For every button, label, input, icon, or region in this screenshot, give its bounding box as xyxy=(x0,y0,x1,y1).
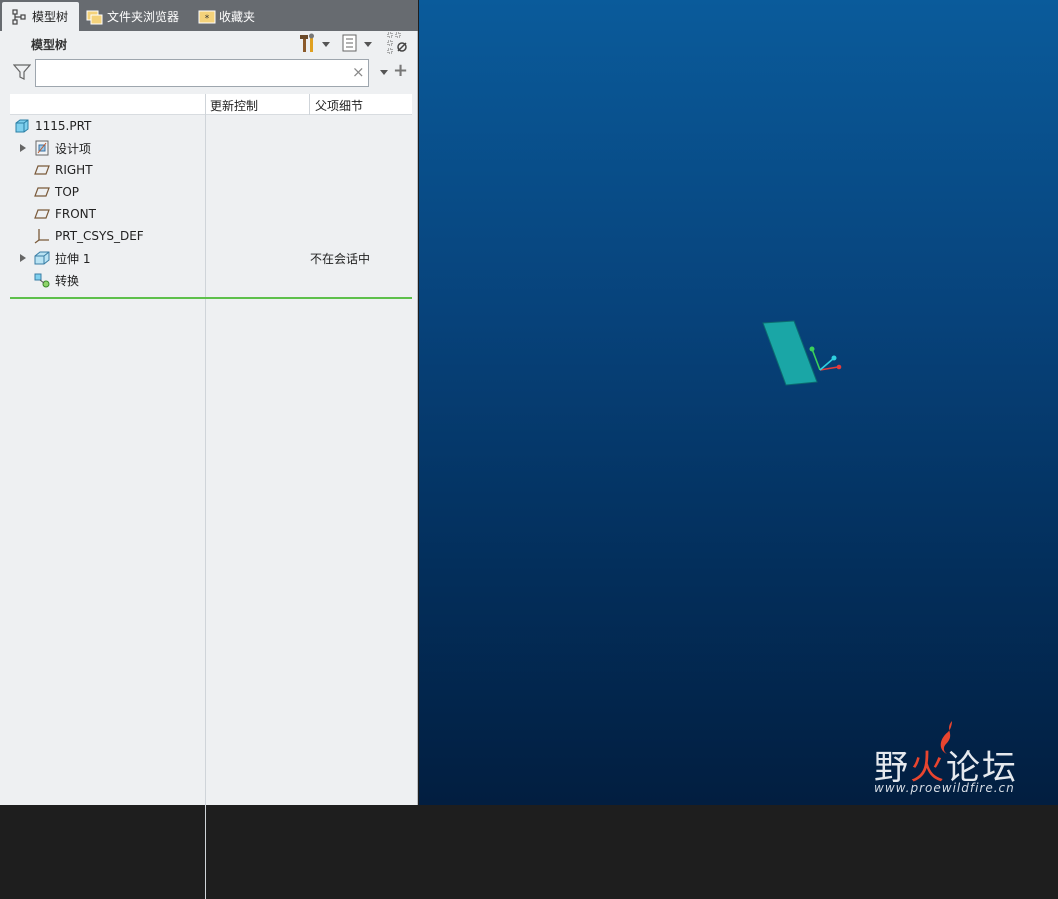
tree-node-csys[interactable]: PRT_CSYS_DEF xyxy=(10,225,412,247)
tree-node-label: 转换 xyxy=(55,273,80,288)
add-icon[interactable]: + xyxy=(393,62,408,80)
tree-node-transform[interactable]: 转换 xyxy=(10,269,412,291)
chevron-down-icon xyxy=(364,41,372,47)
extrude-icon xyxy=(34,250,50,266)
insert-here-marker[interactable] xyxy=(10,297,412,299)
datum-plane-icon xyxy=(34,206,50,222)
show-button[interactable] xyxy=(342,33,372,55)
parent-details-status: 不在会话中 xyxy=(310,251,371,266)
column-update-control[interactable]: 更新控制 xyxy=(210,97,258,114)
horizontal-scrollbar[interactable] xyxy=(10,799,412,805)
favorites-icon: * xyxy=(198,9,216,25)
tree-settings-icon xyxy=(387,32,409,57)
panel-title: 模型树 xyxy=(31,38,68,52)
coordinate-system-icon xyxy=(34,228,50,244)
tree-tools-button[interactable] xyxy=(298,33,330,55)
model-tree-panel: 模型树 文件夹浏览器 * 收藏夹 模型树 × + 更新控制 父项细节 1115.… xyxy=(0,0,418,899)
column-parent-details[interactable]: 父项细节 xyxy=(315,97,363,114)
model-view xyxy=(762,320,842,386)
graphics-window[interactable]: 野火论坛 www.proewildfire.cn xyxy=(419,0,1058,805)
tree-node-front-plane[interactable]: FRONT xyxy=(10,203,412,225)
forum-watermark: 野火论坛 www.proewildfire.cn xyxy=(874,720,1054,800)
datum-plane-icon xyxy=(34,162,50,178)
tree-node-extrude[interactable]: 拉伸 1 不在会话中 xyxy=(10,247,412,269)
svg-text:*: * xyxy=(205,14,210,24)
extruded-part[interactable] xyxy=(762,320,818,386)
expand-arrow-icon[interactable] xyxy=(20,254,26,262)
tree-node-label: 拉伸 1 xyxy=(55,251,91,266)
tree-node-top-plane[interactable]: TOP xyxy=(10,181,412,203)
expand-arrow-icon[interactable] xyxy=(20,144,26,152)
tab-model-tree[interactable]: 模型树 xyxy=(2,2,79,31)
tree-column-header: 更新控制 父项细节 xyxy=(10,94,412,115)
column-divider[interactable] xyxy=(309,94,310,115)
tab-folder-browser[interactable]: 文件夹浏览器 xyxy=(86,2,179,31)
design-items-icon xyxy=(34,140,50,156)
folder-browser-icon xyxy=(86,9,103,25)
tree-node-label: TOP xyxy=(55,185,80,199)
datum-plane-icon xyxy=(34,184,50,200)
clear-icon[interactable]: × xyxy=(352,64,365,80)
chevron-down-icon[interactable] xyxy=(380,70,388,75)
tree-node-label: 设计项 xyxy=(55,141,92,156)
tab-favorites-label: 收藏夹 xyxy=(219,10,256,24)
tab-favorites[interactable]: * 收藏夹 xyxy=(198,2,255,31)
tree-node-design-items[interactable]: 设计项 xyxy=(10,137,412,159)
list-icon xyxy=(342,33,358,56)
search-input[interactable] xyxy=(35,59,369,87)
filter-icon[interactable] xyxy=(12,64,32,83)
triad-icon xyxy=(809,346,842,371)
tree-settings-button[interactable] xyxy=(387,32,409,57)
tab-model-tree-label: 模型树 xyxy=(32,10,69,24)
navigator-tabbar: 模型树 文件夹浏览器 * 收藏夹 xyxy=(0,0,418,31)
tree-node-right-plane[interactable]: RIGHT xyxy=(10,159,412,181)
tree-node-label: 1115.PRT xyxy=(35,119,92,133)
part-icon xyxy=(14,118,30,134)
tree-node-label: PRT_CSYS_DEF xyxy=(55,229,144,243)
tree-node-label: RIGHT xyxy=(55,163,93,177)
chevron-down-icon xyxy=(322,41,330,47)
tree-node-part[interactable]: 1115.PRT xyxy=(10,115,412,137)
hammer-wrench-icon xyxy=(298,33,316,56)
tab-folder-browser-label: 文件夹浏览器 xyxy=(107,10,180,24)
tree-node-label: FRONT xyxy=(55,207,96,221)
watermark-url: www.proewildfire.cn xyxy=(874,781,1015,795)
transform-icon xyxy=(34,272,50,288)
model-tree-icon xyxy=(11,8,27,25)
